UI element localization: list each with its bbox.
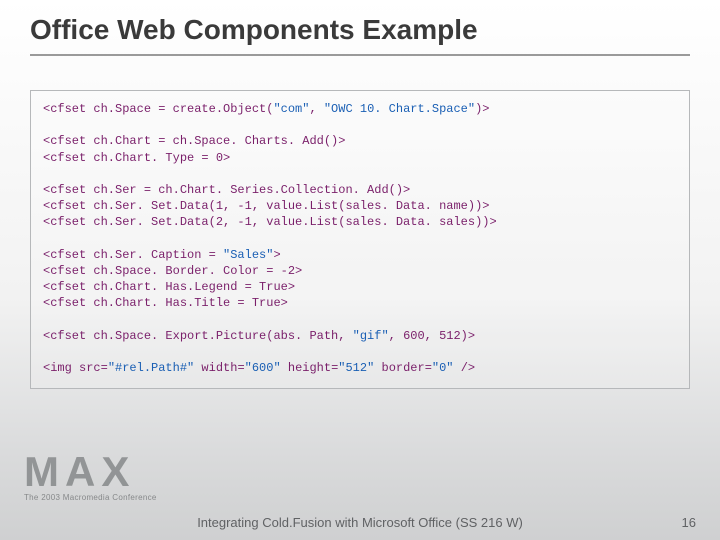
logo-text: MAX bbox=[24, 455, 174, 489]
code-line: <cfset ch.Chart. Type = 0> bbox=[43, 151, 230, 165]
code-line: <cfset ch.Space. Export.Picture(abs. Pat… bbox=[43, 329, 353, 343]
code-line: <cfset ch.Ser. Set.Data(2, -1, value.Lis… bbox=[43, 215, 497, 229]
code-content: <cfset ch.Space = create.Object("com", "… bbox=[43, 101, 677, 376]
slide-title: Office Web Components Example bbox=[30, 14, 478, 46]
code-line: <cfset ch.Space. Border. Color = -2> bbox=[43, 264, 302, 278]
footer-logo: MAX The 2003 Macromedia Conference bbox=[24, 455, 174, 502]
title-underline bbox=[30, 54, 690, 56]
page-number: 16 bbox=[682, 515, 696, 530]
footer-title: Integrating Cold.Fusion with Microsoft O… bbox=[0, 515, 720, 530]
code-line: <cfset ch.Chart. Has.Title = True> bbox=[43, 296, 288, 310]
logo-subtitle: The 2003 Macromedia Conference bbox=[24, 493, 174, 502]
code-line: <cfset ch.Chart. Has.Legend = True> bbox=[43, 280, 295, 294]
code-line: <img src= bbox=[43, 361, 108, 375]
code-line: <cfset ch.Space = create.Object( bbox=[43, 102, 273, 116]
code-block: <cfset ch.Space = create.Object("com", "… bbox=[30, 90, 690, 389]
code-line: <cfset ch.Chart = ch.Space. Charts. Add(… bbox=[43, 134, 345, 148]
code-line: <cfset ch.Ser = ch.Chart. Series.Collect… bbox=[43, 183, 410, 197]
code-line: <cfset ch.Ser. Set.Data(1, -1, value.Lis… bbox=[43, 199, 489, 213]
code-line: <cfset ch.Ser. Caption = bbox=[43, 248, 223, 262]
